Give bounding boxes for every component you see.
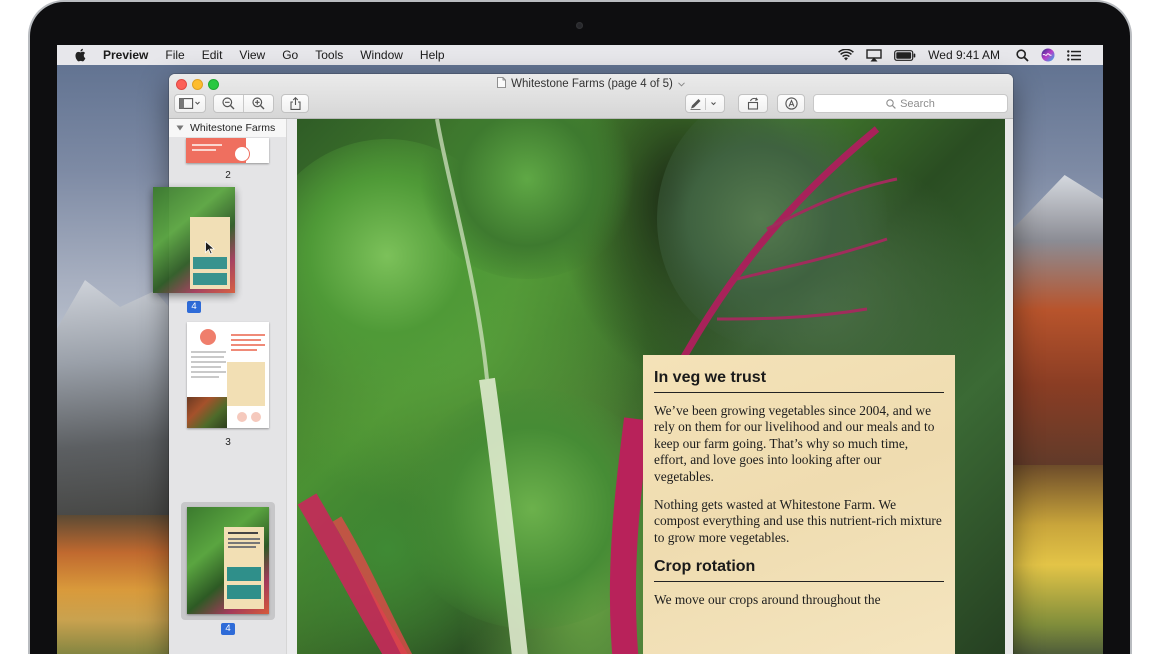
zoom-out-icon — [222, 97, 235, 110]
thumb-table — [193, 273, 227, 285]
thumbnail-label-page-4: 4 — [221, 623, 235, 635]
thumb-dot — [251, 412, 261, 422]
search-placeholder: Search — [900, 97, 935, 110]
cursor-arrow-icon — [205, 241, 215, 255]
menu-app-name[interactable]: Preview — [103, 48, 148, 62]
menu-tools[interactable]: Tools — [315, 48, 343, 62]
thumb-text-line — [191, 361, 226, 363]
section-paragraph: We move our crops around throughout the — [654, 592, 881, 608]
document-icon — [497, 77, 507, 91]
thumbnail-page-4[interactable] — [187, 507, 269, 614]
thumb-text-line — [231, 334, 265, 336]
thumb-dot — [237, 412, 247, 422]
battery-icon[interactable] — [894, 49, 916, 61]
menu-window[interactable]: Window — [360, 48, 403, 62]
thumbnail-label-page-2: 2 — [225, 170, 231, 181]
thumbnail-label-page-3: 3 — [225, 437, 231, 448]
thumb-logo — [234, 146, 250, 162]
thumb-logo — [200, 329, 216, 345]
menu-bar: Preview File Edit View Go Tools Window H… — [57, 45, 1103, 65]
window-title-text: Whitestone Farms (page 4 of 5) — [511, 78, 673, 90]
window-title[interactable]: Whitestone Farms (page 4 of 5) — [169, 77, 1013, 91]
text-panel: In veg we trust We’ve been growing veget… — [643, 355, 955, 654]
markup-pen-button[interactable] — [685, 94, 725, 113]
apple-icon[interactable] — [74, 48, 88, 62]
thumb-text-line — [231, 349, 257, 351]
thumb-text-line — [231, 344, 265, 346]
thumb-table — [227, 567, 261, 581]
zoom-in-icon — [252, 97, 265, 110]
section-paragraph: Nothing gets wasted at Whitestone Farm. … — [654, 497, 942, 545]
sidebar-icon — [179, 98, 200, 109]
rotate-button[interactable] — [738, 94, 768, 113]
thumb-text-line — [191, 366, 221, 368]
section-heading-crop: Crop rotation — [654, 558, 944, 583]
thumb-text-line — [192, 144, 222, 146]
sidebar-scrollbar[interactable] — [286, 119, 296, 654]
spotlight-icon[interactable] — [1016, 48, 1029, 62]
menu-view[interactable]: View — [239, 48, 265, 62]
search-icon — [886, 98, 896, 109]
thumb-text-line — [228, 546, 256, 548]
search-field[interactable]: Search — [813, 94, 1008, 113]
thumb-text-line — [191, 351, 226, 353]
share-button[interactable] — [281, 94, 309, 113]
markup-toolbar-button[interactable] — [777, 94, 805, 113]
airplay-icon[interactable] — [866, 48, 882, 62]
sidebar-header-title: Whitestone Farms — [190, 122, 276, 134]
pen-icon — [690, 97, 716, 110]
title-bar: Whitestone Farms (page 4 of 5) Search — [169, 74, 1013, 119]
chevron-down-icon — [678, 78, 685, 90]
wifi-icon[interactable] — [838, 49, 855, 61]
thumb-table — [193, 257, 227, 269]
notification-center-icon[interactable] — [1067, 49, 1081, 61]
dragged-thumbnail-page-4[interactable] — [153, 187, 235, 293]
wallpaper-mountain-right — [1007, 175, 1103, 475]
section-paragraph: We’ve been growing vegetables since 2004… — [654, 403, 935, 484]
thumb-text-line — [192, 149, 216, 151]
disclosure-triangle-icon[interactable] — [176, 125, 184, 131]
zoom-in-button[interactable] — [244, 97, 273, 110]
siri-icon[interactable] — [1041, 48, 1055, 62]
zoom-out-button[interactable] — [214, 97, 243, 110]
menu-help[interactable]: Help — [420, 48, 445, 62]
camera — [576, 22, 583, 29]
thumb-text-line — [231, 339, 261, 341]
menu-go[interactable]: Go — [282, 48, 298, 62]
thumb-table — [227, 585, 261, 599]
thumb-text-line — [191, 371, 226, 373]
thumb-panel — [227, 362, 265, 406]
section-heading-veg: In veg we trust — [654, 369, 944, 393]
document-scrollbar[interactable] — [1005, 119, 1013, 654]
sidebar-header[interactable]: Whitestone Farms — [169, 119, 287, 137]
sidebar-toggle-button[interactable] — [174, 94, 206, 113]
rotate-icon — [747, 97, 758, 110]
thumbnail-page-3[interactable] — [187, 322, 269, 428]
thumb-text-line — [228, 538, 260, 540]
thumb-text-line — [191, 376, 219, 378]
thumb-photo — [187, 397, 227, 428]
zoom-controls — [213, 94, 274, 113]
menu-edit[interactable]: Edit — [202, 48, 223, 62]
thumb-text-line — [228, 532, 258, 534]
menu-file[interactable]: File — [165, 48, 184, 62]
thumb-text-line — [191, 356, 224, 358]
document-page[interactable]: In veg we trust We’ve been growing veget… — [297, 119, 1005, 654]
share-icon — [289, 97, 301, 110]
preview-window: Whitestone Farms (page 4 of 5) Search Wh… — [169, 74, 1013, 654]
menu-clock[interactable]: Wed 9:41 AM — [928, 48, 1000, 62]
screen: Preview File Edit View Go Tools Window H… — [57, 45, 1103, 654]
thumbnail-label-page-4-drag: 4 — [187, 301, 201, 313]
thumb-text-line — [228, 542, 260, 544]
wallpaper-forest-right — [1007, 465, 1103, 654]
thumbnail-page-2[interactable] — [186, 138, 269, 163]
markup-icon — [784, 97, 798, 110]
